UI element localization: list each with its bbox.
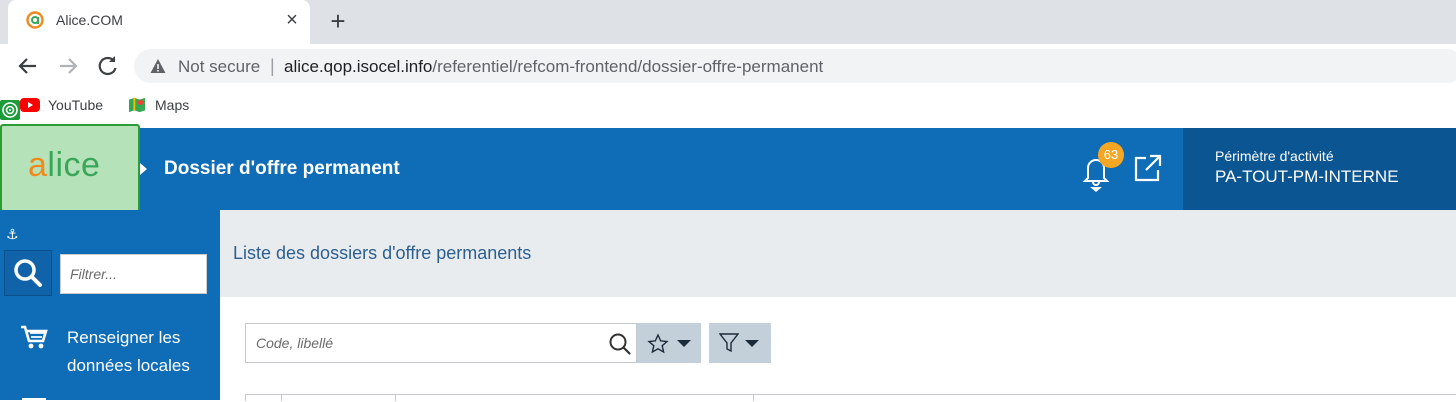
table-column-divider <box>281 395 282 401</box>
table-column-divider <box>245 395 246 401</box>
sidebar-next-item-icon[interactable] <box>22 398 46 402</box>
filter-icon <box>719 333 739 353</box>
code-search-input[interactable] <box>246 324 596 362</box>
perimeter-label: Périmètre d'activité <box>1215 148 1334 164</box>
sidebar: ⚓ Renseigner les données locales <box>0 210 220 402</box>
filter-dropdown-button[interactable] <box>709 323 771 363</box>
maps-icon <box>129 97 145 113</box>
extension-target-icon[interactable] <box>0 100 20 120</box>
logo-text: alice <box>28 146 101 184</box>
list-title: Liste des dossiers d'offre permanents <box>233 243 532 263</box>
omnibox-separator: | <box>270 56 275 76</box>
bookmark-youtube[interactable]: YouTube <box>20 96 110 116</box>
list-header: Liste des dossiers d'offre permanents <box>220 210 1456 297</box>
chevron-down-icon <box>677 340 691 347</box>
cart-icon <box>21 325 48 349</box>
breadcrumb-arrow-icon <box>140 163 147 175</box>
results-table-header <box>245 394 1456 401</box>
tab-title: Alice.COM <box>56 12 123 28</box>
external-link-icon[interactable] <box>1132 152 1164 184</box>
url-host: alice.qop.isocel.info <box>284 57 433 76</box>
search-icon <box>14 259 42 287</box>
notification-badge: 63 <box>1098 142 1124 168</box>
perimeter-value: PA-TOUT-PM-INTERNE <box>1215 167 1399 186</box>
bookmark-maps[interactable]: Maps <box>127 96 197 116</box>
bookmarks-bar: YouTube Maps <box>0 88 1456 124</box>
browser-tab[interactable]: Alice.COM × <box>8 0 310 44</box>
new-tab-button[interactable]: + <box>326 6 350 36</box>
sidebar-item-local-data[interactable]: Renseigner les données locales <box>0 318 220 380</box>
browser-tabstrip: Alice.COM × + <box>0 0 1456 44</box>
url-path: /referentiel/refcom-frontend/dossier-off… <box>432 57 824 76</box>
search-icon[interactable] <box>608 332 632 356</box>
sidebar-search-button[interactable] <box>4 250 52 296</box>
perimeter-selector[interactable]: Périmètre d'activité PA-TOUT-PM-INTERNE <box>1183 128 1456 210</box>
back-icon[interactable] <box>14 52 42 80</box>
page-title: Dossier d'offre permanent <box>164 158 400 179</box>
close-tab-icon[interactable]: × <box>282 8 302 32</box>
reload-icon[interactable] <box>94 52 122 80</box>
favorites-dropdown-button[interactable] <box>637 323 701 363</box>
anchor-icon: ⚓ <box>6 226 19 242</box>
alice-favicon-icon <box>26 11 44 29</box>
bookmark-label: YouTube <box>48 97 104 113</box>
warning-icon <box>150 59 166 73</box>
sidebar-filter-input[interactable] <box>60 254 207 294</box>
address-bar[interactable]: Not secure | alice.qop.isocel.info/refer… <box>134 49 1456 83</box>
table-column-divider <box>395 395 396 401</box>
app-header: alice Dossier d'offre permanent 63 Périm… <box>0 124 1456 212</box>
chevron-down-icon <box>745 340 759 347</box>
search-field <box>245 323 637 363</box>
youtube-icon <box>20 98 40 112</box>
bookmark-label: Maps <box>155 97 190 113</box>
security-label[interactable]: Not secure <box>178 57 260 77</box>
target-icon <box>2 102 18 118</box>
forward-icon[interactable] <box>54 52 82 80</box>
url-text[interactable]: alice.qop.isocel.info/referentiel/refcom… <box>284 57 823 77</box>
table-column-divider <box>753 395 754 401</box>
alice-logo[interactable]: alice <box>0 124 140 212</box>
browser-toolbar: Not secure | alice.qop.isocel.info/refer… <box>0 44 1456 88</box>
star-icon <box>647 333 669 354</box>
sidebar-item-label: Renseigner les données locales <box>67 328 190 375</box>
main-content: Liste des dossiers d'offre permanents <box>220 210 1456 401</box>
